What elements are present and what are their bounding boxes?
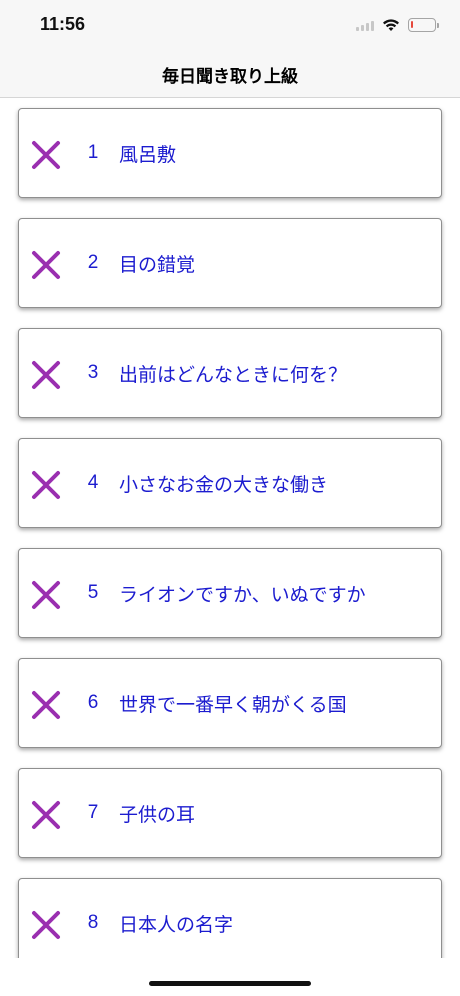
lesson-title: 出前はどんなときに何を？ <box>119 363 348 386</box>
lesson-card-4[interactable]: 4 小さなお金の大きな働き <box>18 438 442 528</box>
lesson-number: 8 <box>87 912 99 933</box>
lesson-title: 日本人の名字 <box>119 913 234 936</box>
lesson-title: 風呂敷 <box>119 143 177 166</box>
status-time: 11:56 <box>40 14 86 34</box>
lesson-card-8[interactable]: 8 日本人の名字 <box>18 878 442 958</box>
cellular-signal-icon <box>356 19 374 31</box>
wifi-icon <box>383 19 399 31</box>
lesson-number: 4 <box>87 472 99 493</box>
x-mark-icon <box>32 911 60 939</box>
lesson-title: ライオンですか、いぬですか <box>119 583 366 606</box>
x-mark-icon <box>32 691 60 719</box>
x-mark-icon <box>32 801 60 829</box>
page-title: 毎日聞き取り上級 <box>162 67 298 87</box>
lesson-card-6[interactable]: 6 世界で一番早く朝がくる国 <box>18 658 442 748</box>
x-mark-icon <box>32 581 60 609</box>
lesson-number: 3 <box>87 362 99 383</box>
x-mark-icon <box>32 361 60 389</box>
lesson-card-1[interactable]: 1 風呂敷 <box>18 108 442 198</box>
status-indicators <box>356 16 439 34</box>
battery-icon <box>408 18 439 32</box>
lesson-card-2[interactable]: 2 目の錯覚 <box>18 218 442 308</box>
lesson-card-7[interactable]: 7 子供の耳 <box>18 768 442 858</box>
lesson-title: 小さなお金の大きな働き <box>119 473 329 496</box>
lesson-title: 世界で一番早く朝がくる国 <box>119 693 347 716</box>
lesson-title: 子供の耳 <box>119 803 196 826</box>
lesson-card-5[interactable]: 5 ライオンですか、いぬですか <box>18 548 442 638</box>
lesson-number: 1 <box>87 142 99 163</box>
top-bar: 11:56 毎日聞き取り上級 <box>0 0 460 98</box>
lesson-number: 7 <box>87 802 99 823</box>
lesson-list[interactable]: 1 風呂敷 2 目の錯覚 3 出前はどんなときに何を？ 4 小さなお金の大きな働き 5 ライオンで… <box>0 98 460 958</box>
x-mark-icon <box>32 251 60 279</box>
home-indicator[interactable] <box>149 981 311 986</box>
lesson-number: 6 <box>87 692 99 713</box>
x-mark-icon <box>32 471 60 499</box>
lesson-card-3[interactable]: 3 出前はどんなときに何を？ <box>18 328 442 418</box>
lesson-number: 5 <box>87 582 99 603</box>
lesson-title: 目の錯覚 <box>119 253 196 276</box>
lesson-number: 2 <box>87 252 99 273</box>
x-mark-icon <box>32 141 60 169</box>
